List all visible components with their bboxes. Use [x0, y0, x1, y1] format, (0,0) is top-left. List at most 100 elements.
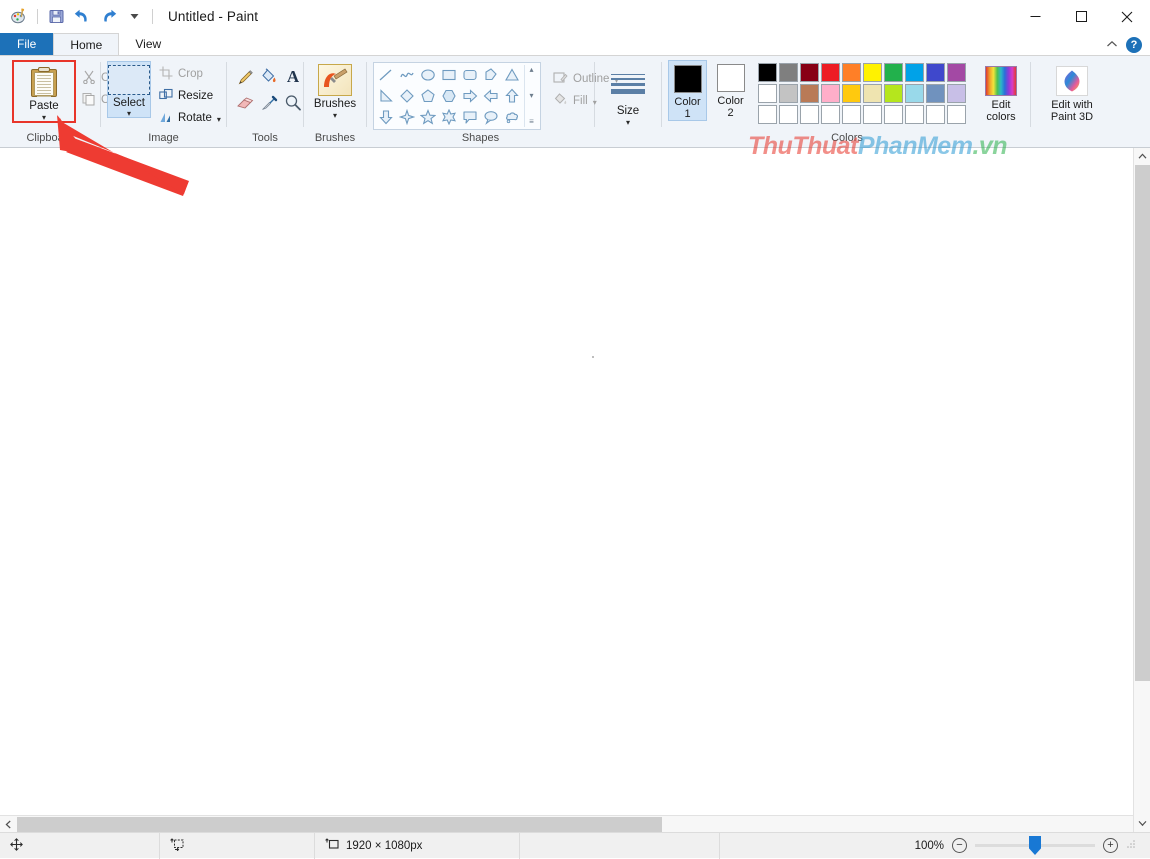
edit-with-paint3d-button[interactable]: Edit with Paint 3D [1037, 62, 1107, 123]
save-icon[interactable] [45, 6, 67, 28]
palette-swatch-r2-c6[interactable] [863, 84, 882, 103]
shape-oval-callout[interactable] [481, 107, 501, 127]
palette-swatch-r1-c7[interactable] [884, 63, 903, 82]
shape-rounded-rectangle[interactable] [460, 65, 480, 85]
color-2-button[interactable]: Color 2 [711, 60, 750, 119]
palette-swatch-r2-c7[interactable] [884, 84, 903, 103]
tab-file[interactable]: File [0, 33, 53, 55]
rotate-caret-icon[interactable]: ▾ [217, 116, 221, 123]
color-1-button[interactable]: Color 1 [668, 60, 707, 121]
canvas-sheet[interactable] [0, 148, 1133, 815]
palette-swatch-r2-c3[interactable] [800, 84, 819, 103]
palette-swatch-r3-c3[interactable] [800, 105, 819, 124]
resize-button[interactable]: Resize [155, 85, 225, 107]
rotate-button[interactable]: Rotate ▾ [155, 107, 225, 129]
zoom-out-button[interactable]: − [952, 838, 967, 853]
palette-swatch-r1-c2[interactable] [779, 63, 798, 82]
redo-icon[interactable] [97, 6, 119, 28]
crop-button[interactable]: Crop [155, 63, 225, 85]
palette-swatch-r3-c5[interactable] [842, 105, 861, 124]
palette-swatch-r3-c10[interactable] [947, 105, 966, 124]
edit-colors-button[interactable]: Edit colors [978, 62, 1024, 123]
fill-with-color-icon[interactable] [257, 64, 281, 90]
eraser-icon[interactable] [233, 90, 257, 116]
palette-swatch-r1-c3[interactable] [800, 63, 819, 82]
shape-up-arrow[interactable] [502, 86, 522, 106]
shape-diamond[interactable] [397, 86, 417, 106]
vertical-scroll-track[interactable] [1134, 165, 1150, 815]
horizontal-scrollbar[interactable] [0, 815, 1133, 832]
shape-oval[interactable] [418, 65, 438, 85]
palette-swatch-r3-c1[interactable] [758, 105, 777, 124]
shape-rounded-callout[interactable] [460, 107, 480, 127]
palette-swatch-r2-c5[interactable] [842, 84, 861, 103]
shapes-scroll-up-icon[interactable]: ▴ [529, 66, 533, 74]
size-caret-icon[interactable]: ▾ [626, 119, 630, 126]
shape-hexagon[interactable] [439, 86, 459, 106]
zoom-in-button[interactable]: + [1103, 838, 1118, 853]
palette-swatch-r3-c9[interactable] [926, 105, 945, 124]
vertical-scrollbar[interactable] [1133, 148, 1150, 832]
canvas-area[interactable] [0, 148, 1133, 815]
shape-curve[interactable] [397, 65, 417, 85]
palette-swatch-r1-c8[interactable] [905, 63, 924, 82]
palette-swatch-r2-c4[interactable] [821, 84, 840, 103]
palette-swatch-r1-c1[interactable] [758, 63, 777, 82]
tab-home[interactable]: Home [53, 33, 119, 55]
undo-icon[interactable] [71, 6, 93, 28]
horizontal-scroll-thumb[interactable] [17, 817, 662, 832]
size-button[interactable]: Size ▾ [601, 66, 655, 126]
palette-swatch-r1-c5[interactable] [842, 63, 861, 82]
palette-swatch-r2-c8[interactable] [905, 84, 924, 103]
palette-swatch-r3-c4[interactable] [821, 105, 840, 124]
tab-view[interactable]: View [119, 33, 177, 55]
brushes-caret-icon[interactable]: ▾ [333, 112, 337, 119]
pencil-icon[interactable] [233, 64, 257, 90]
text-icon[interactable]: A [281, 64, 305, 90]
resize-grip-icon[interactable] [1126, 839, 1136, 852]
maximize-button[interactable] [1058, 0, 1104, 33]
shape-line[interactable] [376, 65, 396, 85]
palette-swatch-r3-c7[interactable] [884, 105, 903, 124]
zoom-slider-thumb[interactable] [1029, 836, 1041, 855]
palette-swatch-r1-c4[interactable] [821, 63, 840, 82]
palette-swatch-r3-c6[interactable] [863, 105, 882, 124]
palette-swatch-r1-c6[interactable] [863, 63, 882, 82]
shape-four-point-star[interactable] [397, 107, 417, 127]
shape-cloud-callout[interactable] [502, 107, 522, 127]
paint-logo-icon[interactable] [8, 6, 30, 28]
customize-qat-icon[interactable] [123, 6, 145, 28]
paste-button[interactable]: Paste ▾ [12, 60, 76, 123]
paste-caret-icon[interactable]: ▾ [42, 114, 46, 121]
palette-swatch-r3-c2[interactable] [779, 105, 798, 124]
palette-swatch-r2-c2[interactable] [779, 84, 798, 103]
select-caret-icon[interactable]: ▾ [127, 110, 131, 117]
brushes-button[interactable]: Brushes ▾ [310, 61, 360, 119]
shape-pentagon[interactable] [418, 86, 438, 106]
palette-swatch-r1-c9[interactable] [926, 63, 945, 82]
palette-swatch-r2-c10[interactable] [947, 84, 966, 103]
shape-five-point-star[interactable] [418, 107, 438, 127]
shape-right-arrow[interactable] [460, 86, 480, 106]
vertical-scroll-thumb[interactable] [1135, 165, 1150, 681]
shape-triangle[interactable] [502, 65, 522, 85]
help-button[interactable]: ? [1126, 37, 1142, 53]
magnifier-icon[interactable] [281, 90, 305, 116]
scroll-up-arrow-icon[interactable] [1134, 148, 1150, 165]
shape-right-triangle[interactable] [376, 86, 396, 106]
palette-swatch-r3-c8[interactable] [905, 105, 924, 124]
palette-swatch-r1-c10[interactable] [947, 63, 966, 82]
select-button[interactable]: Select ▾ [107, 61, 151, 118]
collapse-ribbon-icon[interactable] [1106, 40, 1118, 51]
scroll-down-arrow-icon[interactable] [1134, 815, 1150, 832]
shape-rectangle[interactable] [439, 65, 459, 85]
palette-swatch-r2-c9[interactable] [926, 84, 945, 103]
minimize-button[interactable] [1012, 0, 1058, 33]
palette-swatch-r2-c1[interactable] [758, 84, 777, 103]
shapes-scroll-down-icon[interactable]: ▾ [529, 92, 533, 100]
shape-left-arrow[interactable] [481, 86, 501, 106]
color-picker-icon[interactable] [257, 90, 281, 116]
shape-polygon[interactable] [481, 65, 501, 85]
shapes-more-icon[interactable]: ≡ [529, 118, 534, 126]
zoom-slider[interactable] [975, 844, 1095, 847]
